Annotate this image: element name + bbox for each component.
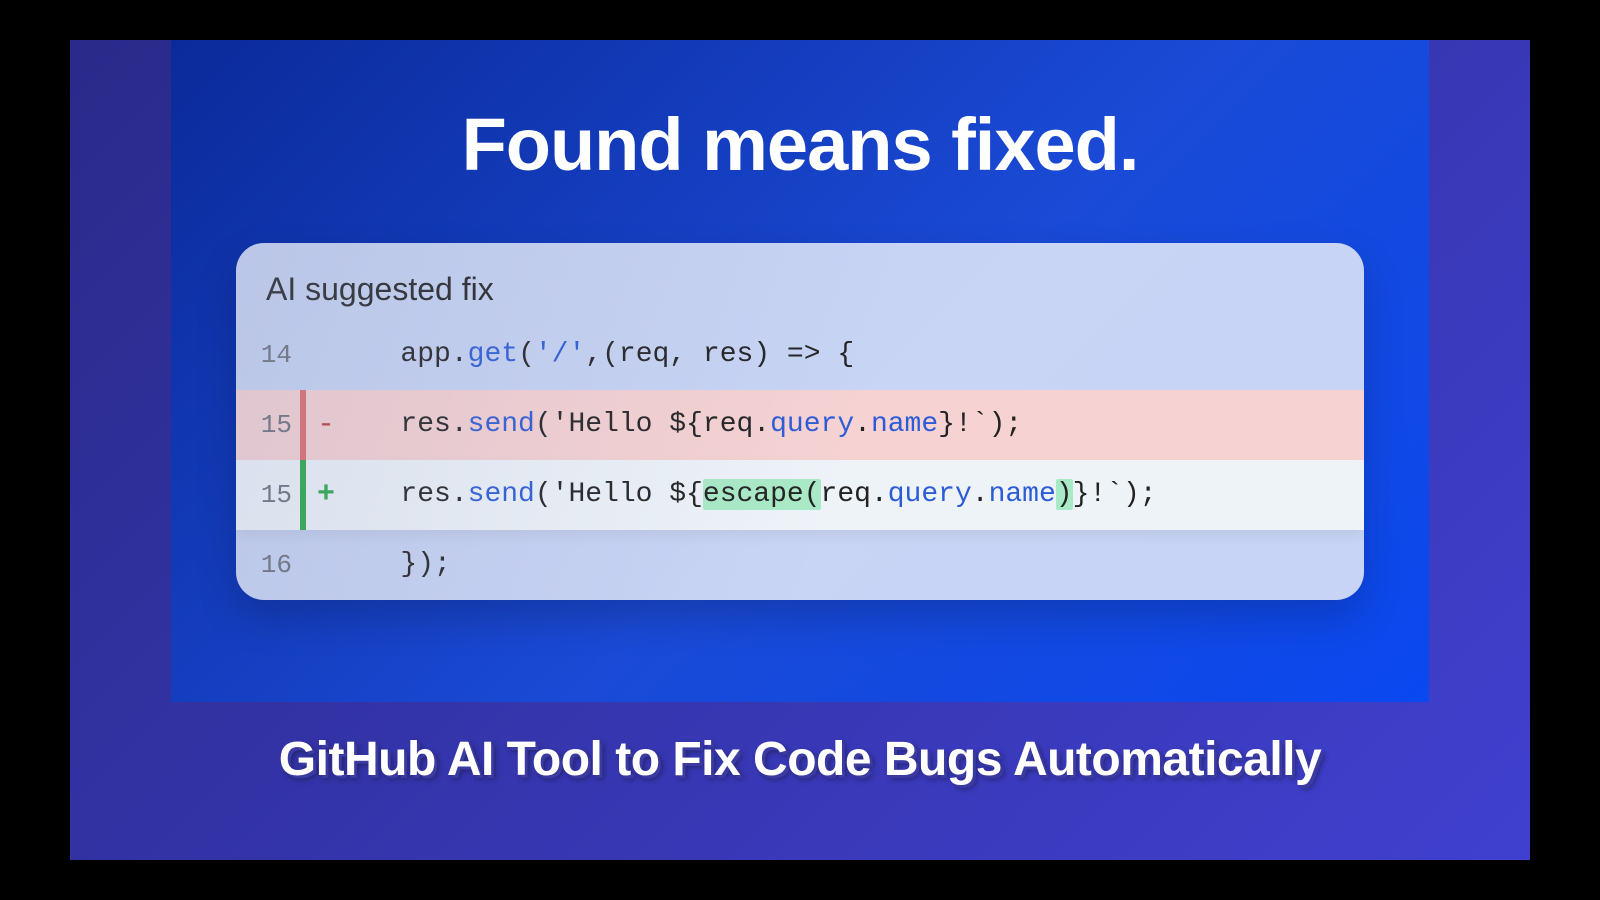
gutter-marker [300, 530, 306, 600]
code-content: }); [346, 551, 451, 579]
line-number: 15 [236, 412, 300, 438]
caption: GitHub AI Tool to Fix Code Bugs Automati… [279, 732, 1321, 787]
diff-sign-plus: + [306, 480, 346, 510]
code-line: 14 app.get('/',(req, res) => { [236, 320, 1364, 390]
slide-frame: Found means fixed. AI suggested fix 14 a… [171, 40, 1429, 702]
code-content: app.get('/',(req, res) => { [346, 341, 854, 369]
code-content: res.send('Hello ${req.query.name}!`); [346, 411, 1022, 439]
line-number: 14 [236, 342, 300, 368]
suggested-fix-card: AI suggested fix 14 app.get('/',(req, re… [236, 243, 1364, 600]
card-title: AI suggested fix [236, 243, 1364, 320]
headline: Found means fixed. [462, 102, 1139, 187]
code-content: res.send('Hello ${escape(req.query.name)… [346, 481, 1157, 509]
line-number: 15 [236, 482, 300, 508]
line-number: 16 [236, 552, 300, 578]
diff-sign-minus: - [306, 410, 346, 440]
code-line-added: 15 + res.send('Hello ${escape(req.query.… [236, 460, 1364, 530]
code-line-removed: 15 - res.send('Hello ${req.query.name}!`… [236, 390, 1364, 460]
gutter-marker [300, 320, 306, 390]
outer-frame: Found means fixed. AI suggested fix 14 a… [70, 40, 1530, 860]
code-line: 16 }); [236, 530, 1364, 600]
code-diff: 14 app.get('/',(req, res) => { 15 - res.… [236, 320, 1364, 600]
